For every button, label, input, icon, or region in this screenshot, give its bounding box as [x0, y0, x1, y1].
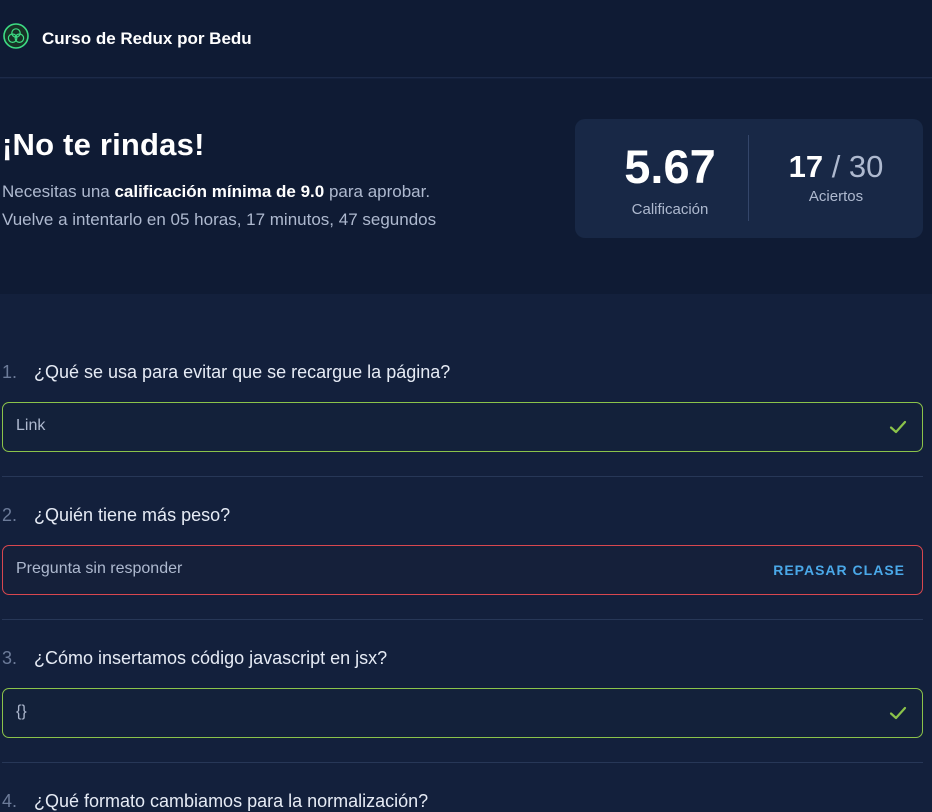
score-value: 5.67 — [624, 140, 716, 193]
bedu-logo-icon[interactable] — [3, 23, 29, 49]
answer-text: Link — [16, 417, 46, 434]
score-label: Calificación — [631, 201, 709, 218]
question-1-answer[interactable]: Link — [2, 402, 923, 452]
check-icon — [889, 706, 907, 720]
score-card: 5.67 Calificación 17 / 30 Aciertos — [575, 119, 923, 238]
answer-text: {} — [16, 703, 27, 720]
hits-label: Aciertos — [808, 188, 864, 205]
question-3-answer[interactable]: {} — [2, 688, 923, 738]
question-divider — [2, 619, 923, 620]
hits-count: 17 / 30 — [749, 149, 923, 185]
question-divider — [2, 762, 923, 763]
min-score-message: Necesitas una calificación mínima de 9.0… — [2, 182, 431, 201]
correct-count: 17 — [788, 149, 824, 184]
answer-text: Pregunta sin responder — [16, 560, 183, 577]
top-header: Curso de Redux por Bedu — [0, 0, 932, 78]
question-3-text: 3. ¿Cómo insertamos código javascript en … — [2, 648, 388, 668]
review-class-link[interactable]: REPASAR CLASE — [773, 562, 905, 578]
question-1-text: 1. ¿Qué se usa para evitar que se recargu… — [2, 362, 451, 382]
retry-countdown: Vuelve a intentarlo en 05 horas, 17 minu… — [2, 210, 437, 229]
result-banner: ¡No te rindas! Necesitas una calificació… — [0, 79, 932, 294]
question-2-text: 2. ¿Quién tiene más peso? — [2, 505, 231, 525]
question-divider — [2, 476, 923, 477]
result-title: ¡No te rindas! — [2, 127, 205, 162]
course-title[interactable]: Curso de Redux por Bedu — [42, 29, 252, 49]
total-count: / 30 — [823, 149, 884, 184]
check-icon — [889, 420, 907, 434]
min-score-requirement: calificación mínima de 9.0 — [114, 182, 325, 201]
question-4-text: 4. ¿Qué formato cambiamos para la normali… — [2, 791, 429, 811]
question-2-answer[interactable]: Pregunta sin responder REPASAR CLASE — [2, 545, 923, 595]
